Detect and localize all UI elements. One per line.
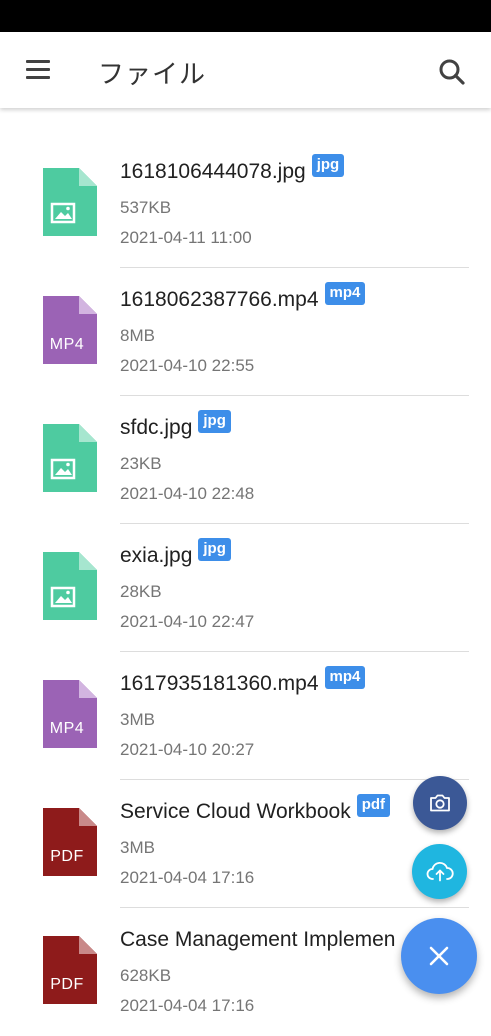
- file-date: 2021-04-10 22:48: [120, 484, 255, 503]
- file-name: 1617935181360.mp4: [120, 672, 319, 695]
- file-icon-label: MP4: [49, 336, 85, 353]
- camera-icon: [430, 794, 450, 812]
- file-type-badge: jpg: [311, 154, 345, 177]
- file-date: 2021-04-10 20:27: [120, 740, 255, 759]
- file-icon-label: PDF: [50, 848, 84, 865]
- app-bar: ファイル: [0, 32, 491, 108]
- image-file-icon: [43, 552, 97, 620]
- file-list-item[interactable]: MP4 1617935181360.mp4 mp4 3MB 2021-04-10 …: [0, 652, 491, 780]
- file-type-badge: mp4: [324, 666, 366, 689]
- file-type-badge: jpg: [198, 410, 231, 433]
- file-date: 2021-04-10 22:55: [120, 356, 255, 375]
- camera-button[interactable]: [413, 776, 467, 830]
- file-size: 628KB: [120, 966, 172, 985]
- file-list-item[interactable]: MP4 1618062387766.mp4 mp4 8MB 2021-04-10 …: [0, 268, 491, 396]
- file-name: Service Cloud Workbook: [120, 800, 351, 823]
- file-list-item[interactable]: sfdc.jpg jpg 23KB 2021-04-10 22:48: [0, 396, 491, 524]
- file-icon-label: PDF: [50, 976, 84, 993]
- file-list-item[interactable]: 1618106444078.jpg jpg 537KB 2021-04-11 11…: [0, 140, 491, 268]
- status-bar: [0, 0, 491, 32]
- upload-button[interactable]: [412, 844, 467, 899]
- file-size: 28KB: [120, 582, 162, 601]
- file-type-badge: jpg: [198, 538, 231, 561]
- file-name: 1618062387766.mp4: [120, 288, 319, 311]
- file-name: 1618106444078.jpg: [120, 160, 306, 183]
- file-size: 23KB: [120, 454, 162, 473]
- file-size: 3MB: [120, 710, 155, 729]
- file-date: 2021-04-11 11:00: [120, 228, 252, 247]
- file-type-badge: pdf: [356, 794, 391, 817]
- close-icon: [429, 946, 449, 966]
- file-date: 2021-04-04 17:16: [120, 996, 255, 1015]
- search-icon[interactable]: [436, 56, 468, 88]
- file-name: sfdc.jpg: [120, 416, 193, 439]
- file-size: 3MB: [120, 838, 155, 857]
- video-file-icon: MP4: [43, 680, 97, 748]
- page-title: ファイル: [98, 59, 207, 89]
- file-name: exia.jpg: [120, 544, 193, 567]
- file-date: 2021-04-10 22:47: [120, 612, 255, 631]
- file-date: 2021-04-04 17:16: [120, 868, 255, 887]
- file-size: 537KB: [120, 198, 172, 217]
- file-name: Case Management Implemen: [120, 928, 396, 951]
- image-file-icon: [43, 168, 97, 236]
- cloud-upload-icon: [426, 861, 454, 881]
- image-file-icon: [43, 424, 97, 492]
- close-fab-button[interactable]: [401, 918, 477, 994]
- pdf-file-icon: PDF: [43, 936, 97, 1004]
- pdf-file-icon: PDF: [43, 808, 97, 876]
- video-file-icon: MP4: [43, 296, 97, 364]
- file-list-item[interactable]: exia.jpg jpg 28KB 2021-04-10 22:47: [0, 524, 491, 652]
- file-size: 8MB: [120, 326, 155, 345]
- file-list: 1618106444078.jpg jpg 537KB 2021-04-11 11…: [0, 140, 491, 1036]
- file-icon-label: MP4: [49, 720, 85, 737]
- hamburger-menu-icon[interactable]: [24, 58, 52, 82]
- file-type-badge: mp4: [324, 282, 366, 305]
